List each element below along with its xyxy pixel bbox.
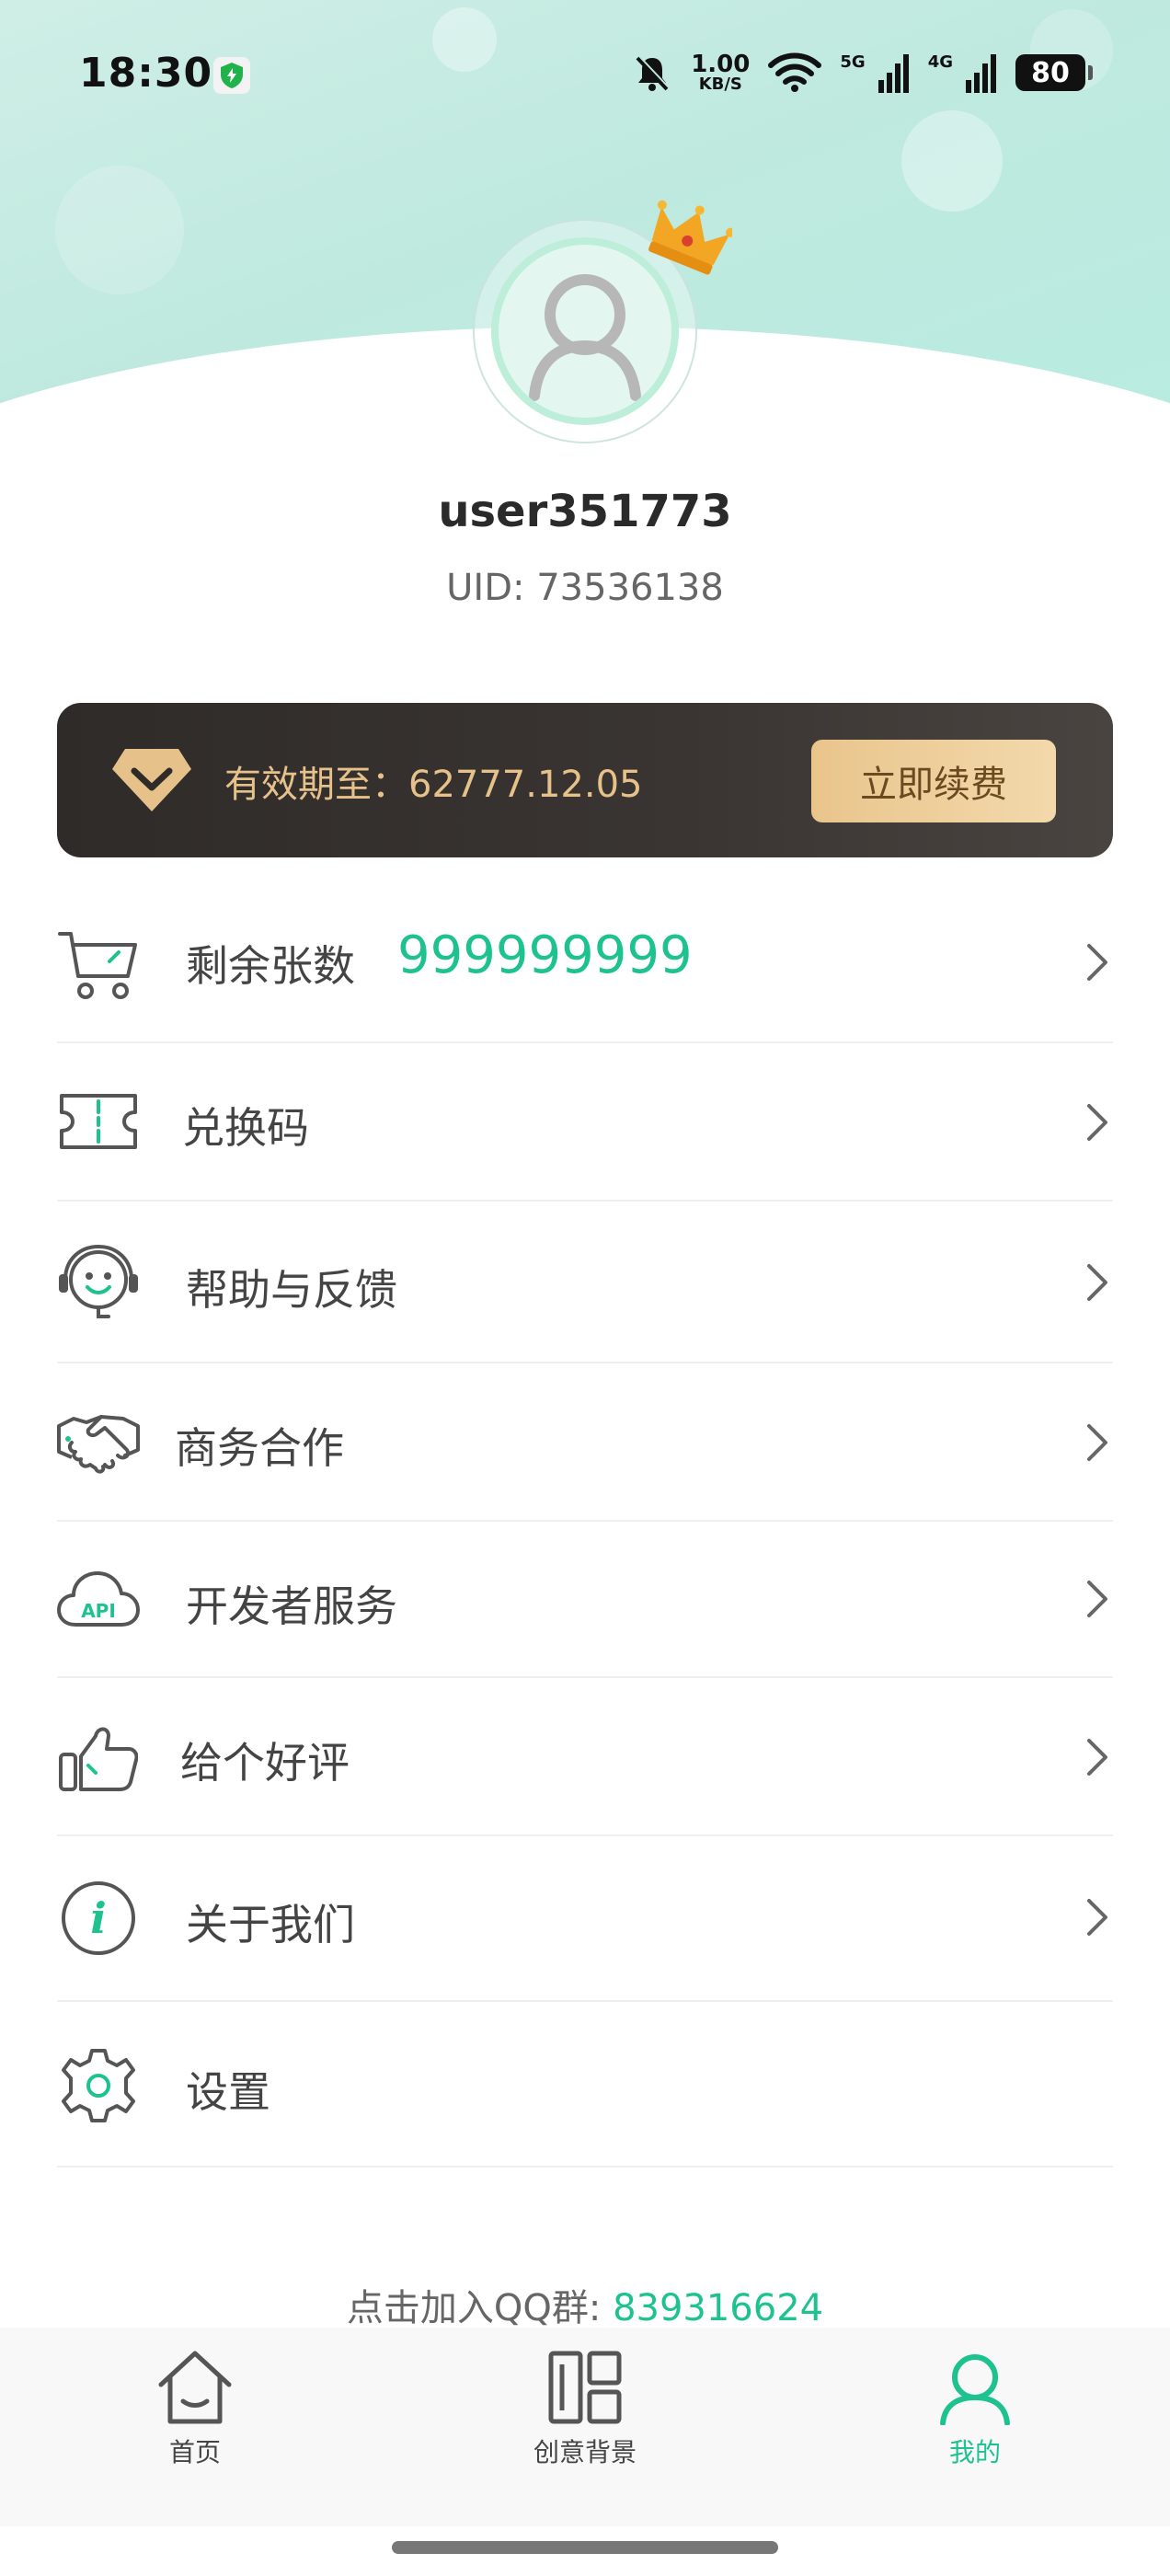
menu-item-remaining[interactable]: 剩余张数 999999999 <box>57 883 1113 1043</box>
chevron-right-icon <box>1087 944 1107 981</box>
remaining-count: 999999999 <box>397 926 693 985</box>
chevron-right-icon <box>1087 1104 1107 1141</box>
menu-item-label: 兑换码 <box>182 1103 309 1153</box>
net-speed: 1.00 KB/S <box>691 52 750 93</box>
menu-list: 剩余张数 999999999 兑换码 帮助与反馈 商务合作 API 开发者服务 <box>57 883 1113 2168</box>
cart-icon <box>57 924 140 1006</box>
status-time: 18:30 <box>79 50 213 97</box>
info-icon-text: i <box>90 1893 106 1943</box>
menu-item-label: 关于我们 <box>186 1900 355 1949</box>
ticket-icon <box>57 1080 140 1163</box>
menu-item-redeem-code[interactable]: 兑换码 <box>57 1043 1113 1202</box>
layout-icon <box>548 2351 622 2424</box>
renew-button[interactable]: 立即续费 <box>811 740 1056 822</box>
menu-item-about[interactable]: i 关于我们 <box>57 1836 1113 2002</box>
api-cloud-icon: API <box>57 1558 140 1641</box>
menu-item-label: 商务合作 <box>175 1423 344 1473</box>
menu-item-business[interactable]: 商务合作 <box>57 1363 1113 1522</box>
vip-expiry: 有效期至：62777.12.05 <box>224 764 643 806</box>
chevron-right-icon <box>1087 1424 1107 1461</box>
support-icon <box>57 1240 140 1323</box>
menu-item-settings[interactable]: 设置 <box>57 2002 1113 2168</box>
menu-item-developer[interactable]: API 开发者服务 <box>57 1522 1113 1678</box>
home-icon <box>158 2351 232 2424</box>
menu-item-label: 开发者服务 <box>186 1581 397 1631</box>
qq-group-number[interactable]: 839316624 <box>613 2287 823 2329</box>
chevron-right-icon <box>1087 1739 1107 1776</box>
home-indicator[interactable] <box>392 2541 778 2554</box>
menu-item-label: 帮助与反馈 <box>186 1265 397 1315</box>
thumbs-up-icon <box>57 1717 140 1800</box>
diamond-icon <box>112 749 191 811</box>
nav-label: 创意背景 <box>533 2437 637 2467</box>
api-icon-text: API <box>81 1600 116 1622</box>
crown-icon <box>648 200 732 275</box>
signal-icon <box>966 54 996 93</box>
shield-icon <box>213 57 250 94</box>
vip-card: 有效期至：62777.12.05 立即续费 <box>57 703 1113 857</box>
handshake-icon <box>57 1404 140 1487</box>
chevron-right-icon <box>1087 1899 1107 1936</box>
nav-mine[interactable]: 我的 <box>855 2328 1095 2526</box>
nav-label: 首页 <box>168 2437 221 2467</box>
wifi-icon <box>768 52 822 92</box>
bottom-nav: 首页 创意背景 我的 <box>0 2328 1170 2526</box>
qq-group-prefix: 点击加入QQ群: <box>346 2287 614 2329</box>
signal1-label: 5G <box>840 52 866 72</box>
settings-icon <box>57 2044 140 2127</box>
nav-label: 我的 <box>948 2437 1001 2467</box>
signal2-label: 4G <box>927 52 953 72</box>
menu-item-rate-us[interactable]: 给个好评 <box>57 1678 1113 1836</box>
net-speed-value: 1.00 <box>691 51 751 78</box>
net-speed-unit: KB/S <box>698 75 742 94</box>
signal-icon <box>878 54 909 93</box>
nav-creative-bg[interactable]: 创意背景 <box>465 2328 705 2526</box>
battery-icon: 80 <box>1015 54 1093 91</box>
menu-item-help-feedback[interactable]: 帮助与反馈 <box>57 1202 1113 1363</box>
chevron-right-icon <box>1087 1264 1107 1301</box>
qq-group-link[interactable]: 点击加入QQ群: 839316624 <box>0 2278 1170 2331</box>
status-icons: 1.00 KB/S 5G 4G 80 <box>632 50 1093 96</box>
profile-icon <box>940 2354 1010 2425</box>
chevron-right-icon <box>1087 1581 1107 1617</box>
user-uid: UID: 73536138 <box>446 567 724 609</box>
nav-home[interactable]: 首页 <box>75 2328 315 2526</box>
info-icon: i <box>57 1877 140 1960</box>
status-bar: 18:30 1.00 KB/S 5G 4G 80 <box>0 0 1170 152</box>
menu-item-label: 设置 <box>186 2067 270 2117</box>
menu-item-label: 剩余张数 <box>186 941 355 991</box>
username: user351773 <box>438 486 732 537</box>
bell-muted-icon <box>636 55 670 91</box>
menu-item-label: 给个好评 <box>180 1738 350 1788</box>
